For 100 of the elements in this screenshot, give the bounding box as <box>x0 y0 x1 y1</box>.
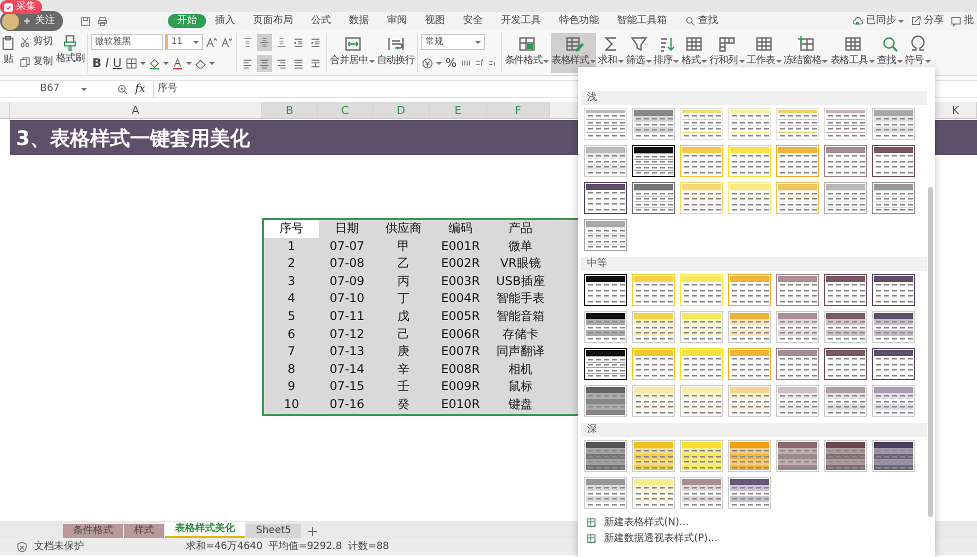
caret-icon <box>193 40 200 44</box>
align-button[interactable] <box>257 54 272 72</box>
sheet-tab[interactable]: 条件格式 <box>63 524 123 538</box>
table-style-thumbnail[interactable] <box>872 348 915 380</box>
plus-icon <box>22 16 32 26</box>
table-cell-text: 壬 <box>396 378 410 396</box>
table-style-thumbnail[interactable] <box>728 274 771 306</box>
zoom-icon[interactable] <box>116 82 129 96</box>
sheet-tab[interactable]: 表格样式美化 <box>165 522 245 538</box>
table-cell-text: 07-16 <box>328 396 366 413</box>
caret-icon <box>646 60 652 62</box>
table-style-thumbnail[interactable] <box>872 274 915 306</box>
dropdown-menu-item[interactable]: 新建表格样式(N)... <box>578 515 935 531</box>
caret-icon <box>368 60 375 62</box>
sheet-tab[interactable]: Sheet5 <box>246 524 302 538</box>
caret-icon <box>590 60 596 62</box>
align-button[interactable] <box>257 34 272 50</box>
ribbon-button[interactable]: 自动换行 <box>376 33 414 73</box>
header-cell-text: 日期 <box>334 220 360 237</box>
menu-tab[interactable]: 特色功能 <box>550 14 608 28</box>
align-lines-icon <box>241 36 254 48</box>
toolbar-link[interactable]: 已同步 <box>849 15 907 27</box>
table-cell-text: USB插座 <box>495 272 546 290</box>
share-icon <box>910 15 922 27</box>
caret-icon <box>81 88 87 90</box>
table-cell-text: 庚 <box>396 343 410 360</box>
table-style-thumbnail[interactable] <box>824 274 867 306</box>
table-cell-text: 辛 <box>396 360 410 378</box>
copy-button[interactable]: 复制 <box>18 53 54 70</box>
bold-button[interactable]: B <box>91 54 102 72</box>
table-style-thumbnail[interactable] <box>584 348 627 380</box>
table-style-thumbnail[interactable] <box>872 145 915 177</box>
save-icon <box>80 16 91 26</box>
border-icon[interactable] <box>124 56 138 70</box>
font-size-field[interactable]: 11 <box>165 34 204 50</box>
menu-tab[interactable]: 开发工具 <box>492 14 550 28</box>
menu-tab[interactable]: 视图 <box>416 14 454 28</box>
caret-icon <box>186 62 192 64</box>
table-style-thumbnail[interactable] <box>632 182 675 214</box>
table-style-thumbnail[interactable] <box>776 274 819 306</box>
menu-tab[interactable]: 安全 <box>454 14 492 28</box>
banner-title: 3、表格样式一键套用美化 <box>15 126 250 150</box>
table-cell-text: E005R <box>440 308 481 325</box>
caret-icon <box>776 60 782 62</box>
font-field[interactable]: 微软雅黑 <box>91 34 164 50</box>
table-cell-text: E001R <box>440 238 481 255</box>
table-style-thumbnail[interactable] <box>728 348 771 380</box>
table-style-thumbnail[interactable] <box>824 182 867 214</box>
menu-tab[interactable]: 公式 <box>302 14 340 28</box>
caret-icon <box>618 60 624 62</box>
table-style-thumbnail[interactable] <box>824 348 867 380</box>
currency-icon[interactable] <box>421 56 434 70</box>
paste-button[interactable]: 贴 <box>0 33 16 73</box>
percent-button[interactable]: % <box>444 54 458 72</box>
table-style-thumbnail[interactable] <box>632 145 675 177</box>
number-format-field[interactable]: 常规 <box>421 34 486 50</box>
table-cell-text: 9 <box>286 378 296 396</box>
toolbar-link[interactable]: 批 <box>947 15 977 27</box>
clipboard-icon <box>0 33 16 53</box>
collect-button[interactable]: 采集 <box>0 0 42 14</box>
table-style-thumbnail[interactable] <box>824 145 867 177</box>
table-cell-text: 07-10 <box>328 290 366 308</box>
increase-decimal-icon[interactable] <box>474 58 485 68</box>
toolbar-link[interactable]: 分享 <box>907 15 947 27</box>
fill-color-icon[interactable] <box>148 56 161 70</box>
plus-icon[interactable] <box>306 525 320 538</box>
dropdown-menu-item[interactable]: 新建数据透视表样式(P)... <box>578 531 935 547</box>
table-style-thumbnail[interactable] <box>872 182 915 214</box>
caret-icon <box>140 62 146 64</box>
underline-button[interactable]: U <box>112 54 123 72</box>
new-style-icon <box>586 533 598 545</box>
function-label[interactable]: fx <box>135 82 146 96</box>
format-painter-button[interactable]: 格式刷 <box>56 33 84 73</box>
ribbon-button[interactable]: 合并居中 <box>330 33 375 73</box>
search-icon <box>685 16 696 26</box>
table-style-thumbnail[interactable] <box>776 348 819 380</box>
table-cell-text: 乙 <box>396 255 410 272</box>
menu-tab[interactable]: 审阅 <box>378 14 416 28</box>
table-style-thumbnail[interactable] <box>776 145 819 177</box>
caret-icon <box>673 60 680 62</box>
table-style-thumbnail[interactable] <box>584 274 627 306</box>
italic-button[interactable]: I <box>104 54 110 72</box>
table-style-thumbnail[interactable] <box>584 219 627 251</box>
section-label: 深 <box>581 423 927 437</box>
font-color-icon[interactable] <box>170 56 184 70</box>
menu-tab[interactable]: 插入 <box>206 14 244 28</box>
table-style-thumbnail[interactable] <box>584 182 627 214</box>
search-menu[interactable]: 查找 <box>676 14 727 28</box>
menu-tab[interactable]: 智能工具箱 <box>608 14 676 28</box>
sheet-tab[interactable]: 样式 <box>124 524 164 538</box>
table-cell-text: 07-07 <box>328 238 366 255</box>
align-lines-icon <box>258 36 272 48</box>
header-cell-text: 编码 <box>448 220 474 237</box>
table-cell-text: 07-09 <box>328 272 366 290</box>
table-cell-text: 智能音箱 <box>496 308 546 325</box>
scrollbar[interactable] <box>928 187 933 517</box>
cut-button[interactable]: 剪切 <box>18 33 54 50</box>
menu-tab[interactable]: 页面布局 <box>244 14 302 28</box>
ribbon-button[interactable]: 表格样式 <box>551 33 596 73</box>
menu-tab[interactable]: 数据 <box>340 14 378 28</box>
